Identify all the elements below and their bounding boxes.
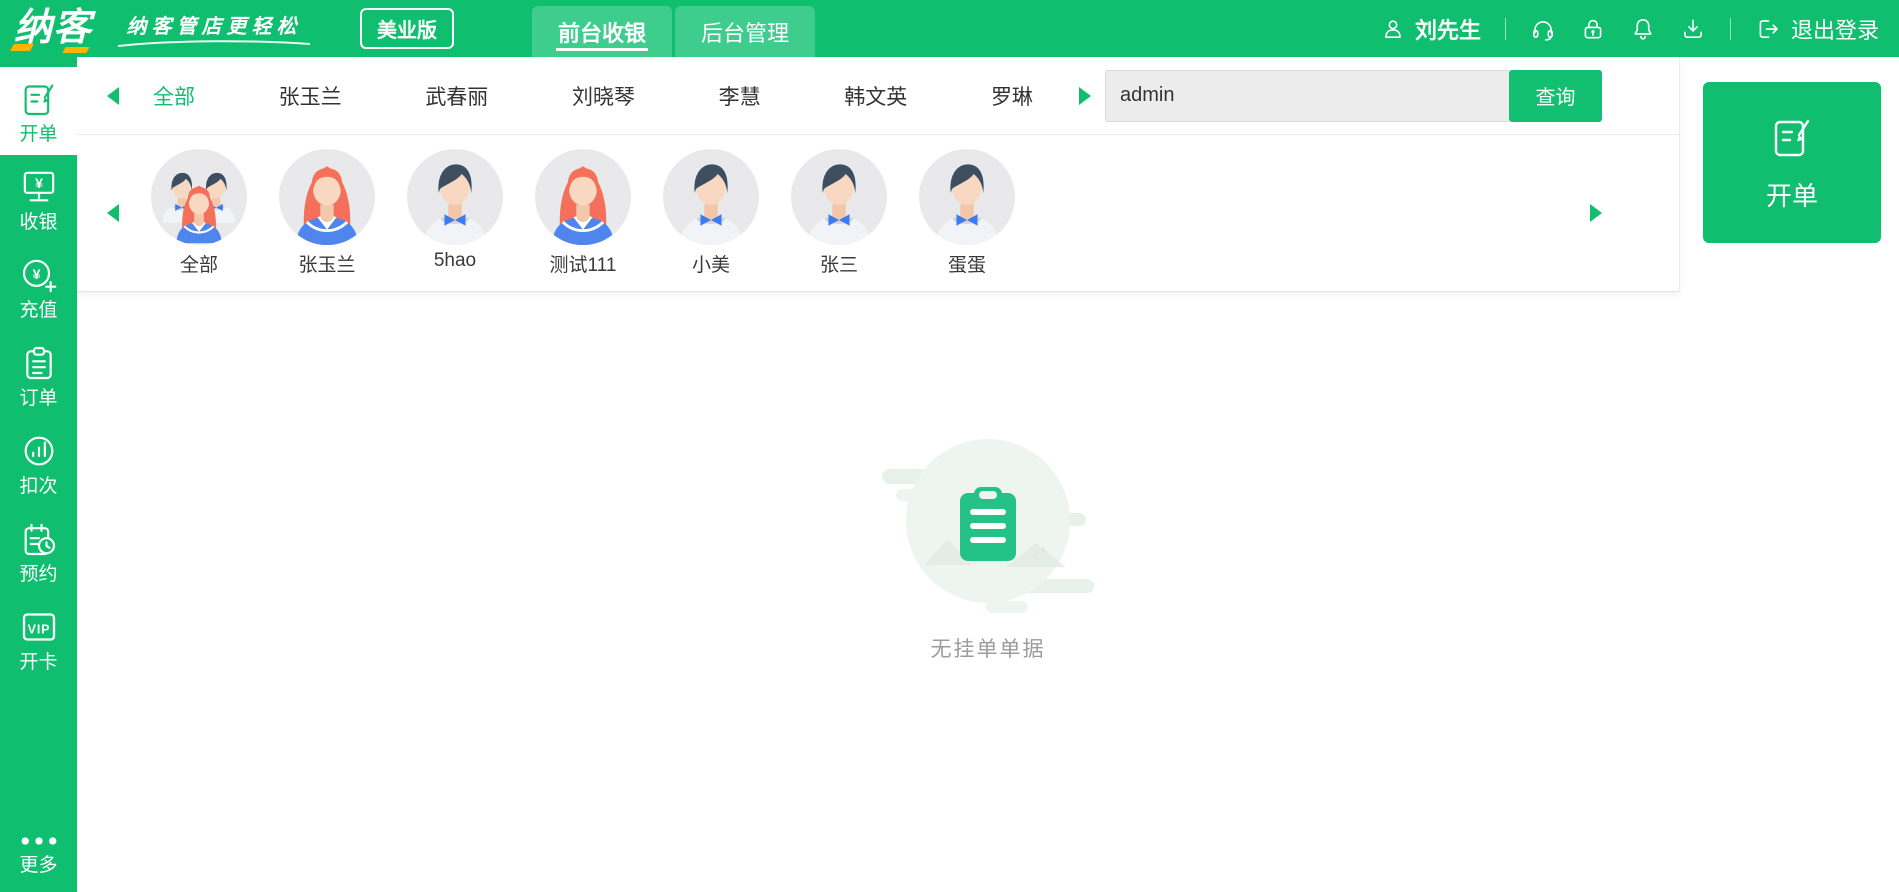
logout-button[interactable]: 退出登录 — [1755, 13, 1879, 45]
avatar — [791, 149, 887, 245]
empty-state: 无挂单单据 — [882, 429, 1094, 663]
divider — [1504, 17, 1506, 40]
more-dots-icon — [17, 832, 61, 850]
scroll-left-arrow-icon[interactable] — [107, 86, 119, 105]
staff-tab[interactable]: 罗琳 — [991, 81, 1033, 111]
staff-tab[interactable]: 武春丽 — [425, 81, 488, 111]
sidebar-item-more[interactable]: 更多 — [0, 816, 77, 890]
open-bill-button[interactable]: 开单 — [1703, 82, 1881, 243]
user-name: 刘先生 — [1414, 17, 1481, 43]
avatar — [535, 149, 631, 245]
svg-text:VIP: VIP — [27, 622, 50, 636]
avatar — [407, 149, 503, 245]
sidebar-item-appointment[interactable]: 预约 — [0, 507, 77, 595]
bell-icon[interactable] — [1630, 16, 1656, 42]
brand-slogan: 纳客管店更轻松 — [114, 10, 314, 48]
staff-avatar[interactable]: 蛋蛋 — [903, 149, 1031, 277]
search-input[interactable] — [1105, 69, 1509, 122]
app-logo: 纳客 — [9, 0, 93, 57]
staff-panel: 全部 张玉兰 武春丽 刘晓琴 李慧 韩文英 罗琳 查询 全部 — [77, 57, 1680, 292]
staff-tab-all[interactable]: 全部 — [153, 81, 195, 111]
logo-text: 纳客 — [14, 7, 93, 49]
appointment-icon — [19, 519, 59, 559]
tab-front-cashier[interactable]: 前台收银 — [532, 6, 673, 57]
staff-avatar-list: 全部 张玉兰 5hao 测试111 小美 张三 蛋蛋 — [135, 149, 1031, 277]
topbar-tabs: 前台收银 后台管理 — [532, 6, 816, 57]
staff-tab-row: 全部 张玉兰 武春丽 刘晓琴 李慧 韩文英 罗琳 查询 — [77, 57, 1679, 135]
staff-avatar-all[interactable]: 全部 — [135, 149, 263, 277]
avatar — [919, 149, 1015, 245]
sidebar-item-recharge[interactable]: ¥ 充值 — [0, 243, 77, 331]
staff-avatar[interactable]: 小美 — [647, 149, 775, 277]
headset-icon[interactable] — [1530, 16, 1556, 42]
search-button[interactable]: 查询 — [1509, 69, 1602, 122]
cashier-icon: ¥ — [19, 167, 59, 207]
clipboard-empty-icon — [882, 439, 1094, 613]
sidebar-item-vip-card[interactable]: VIP 开卡 — [0, 595, 77, 683]
main-content: 全部 张玉兰 武春丽 刘晓琴 李慧 韩文英 罗琳 查询 全部 — [77, 57, 1899, 892]
staff-avatar[interactable]: 张三 — [775, 149, 903, 277]
sidebar: 开单 ¥ 收银 ¥ 充值 订单 扣次 预约 VIP 开卡 更多 — [0, 57, 77, 892]
billing-pad-icon — [1768, 113, 1816, 166]
sidebar-item-deduct-count[interactable]: 扣次 — [0, 419, 77, 507]
logout-label: 退出登录 — [1790, 17, 1879, 43]
group-avatar — [151, 149, 247, 245]
staff-avatar[interactable]: 5hao — [391, 149, 519, 277]
avatar-scroll-left-arrow-icon[interactable] — [107, 204, 119, 222]
staff-tab[interactable]: 张玉兰 — [279, 81, 342, 111]
vip-card-icon: VIP — [19, 607, 59, 647]
avatar — [663, 149, 759, 245]
user-icon — [1380, 16, 1406, 42]
recharge-icon: ¥ — [19, 255, 59, 295]
avatar — [279, 149, 375, 245]
edition-badge[interactable]: 美业版 — [360, 8, 455, 49]
staff-avatar[interactable]: 张玉兰 — [263, 149, 391, 277]
logout-icon — [1755, 16, 1781, 42]
lock-icon[interactable] — [1580, 16, 1606, 42]
staff-tabs: 全部 张玉兰 武春丽 刘晓琴 李慧 韩文英 罗琳 — [153, 81, 1033, 111]
tab-backend-admin[interactable]: 后台管理 — [675, 6, 816, 57]
topbar-right-group: 刘先生 退出登录 — [1380, 13, 1879, 45]
staff-tab[interactable]: 韩文英 — [844, 81, 907, 111]
svg-text:¥: ¥ — [32, 267, 40, 283]
scroll-right-arrow-icon[interactable] — [1079, 86, 1091, 105]
sidebar-item-billing[interactable]: 开单 — [0, 67, 77, 155]
staff-avatar[interactable]: 测试111 — [519, 149, 647, 277]
empty-state-message: 无挂单单据 — [930, 638, 1046, 661]
sidebar-item-orders[interactable]: 订单 — [0, 331, 77, 419]
staff-tab[interactable]: 刘晓琴 — [572, 81, 635, 111]
avatar-scroll-right-arrow-icon[interactable] — [1590, 204, 1602, 222]
download-icon[interactable] — [1680, 16, 1706, 42]
billing-pad-icon — [19, 79, 59, 119]
staff-tab[interactable]: 李慧 — [719, 81, 761, 111]
staff-avatar-row: 全部 张玉兰 5hao 测试111 小美 张三 蛋蛋 — [77, 135, 1679, 291]
divider — [1729, 17, 1731, 40]
sidebar-item-cashier[interactable]: ¥ 收银 — [0, 155, 77, 243]
orders-icon — [19, 343, 59, 383]
search-group: 查询 — [1105, 69, 1602, 122]
topbar: 纳客 纳客管店更轻松 美业版 前台收银 后台管理 刘先生 退出登录 — [0, 0, 1899, 57]
deduct-count-icon — [19, 431, 59, 471]
svg-text:¥: ¥ — [35, 175, 43, 191]
current-user[interactable]: 刘先生 — [1380, 13, 1481, 45]
slogan-underline-flourish — [117, 39, 311, 47]
